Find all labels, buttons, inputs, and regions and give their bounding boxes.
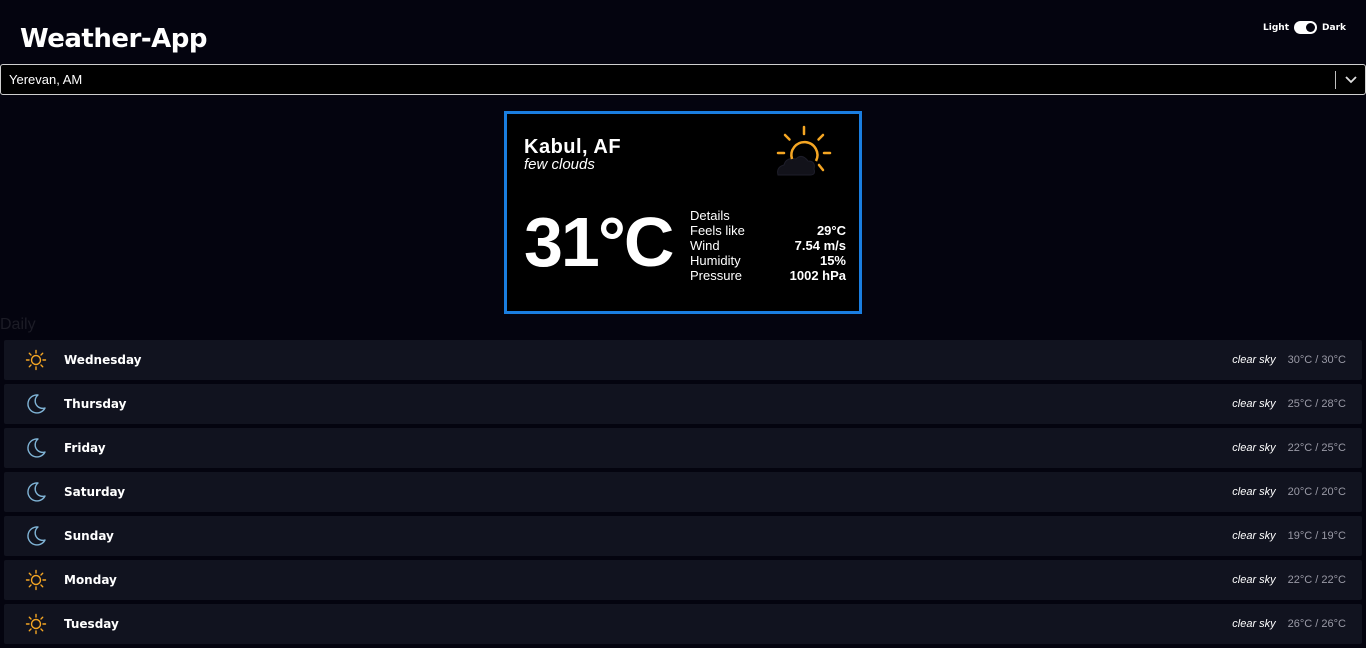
forecast-description: clear sky bbox=[1232, 442, 1276, 454]
moon-icon bbox=[25, 437, 47, 459]
details-panel: Details Feels like 29°C Wind 7.54 m/s Hu… bbox=[690, 208, 846, 283]
moon-icon bbox=[25, 393, 47, 415]
forecast-day: Tuesday bbox=[64, 617, 119, 631]
forecast-row-tuesday[interactable]: Tuesday clear sky 26°C / 26°C bbox=[4, 604, 1362, 644]
daily-heading: Daily bbox=[0, 316, 36, 333]
forecast-description: clear sky bbox=[1232, 486, 1276, 498]
detail-row-wind: Wind 7.54 m/s bbox=[690, 238, 846, 253]
forecast-description: clear sky bbox=[1232, 398, 1276, 410]
sun-icon bbox=[25, 613, 47, 635]
forecast-temperature: 22°C / 22°C bbox=[1287, 574, 1346, 586]
forecast-description: clear sky bbox=[1232, 530, 1276, 542]
forecast-temperature: 22°C / 25°C bbox=[1287, 442, 1346, 454]
moon-icon bbox=[25, 481, 47, 503]
sun-icon bbox=[25, 569, 47, 591]
forecast-description: clear sky bbox=[1232, 618, 1276, 630]
detail-label: Wind bbox=[690, 238, 720, 253]
detail-value: 1002 hPa bbox=[789, 268, 846, 283]
forecast-row-sunday[interactable]: Sunday clear sky 19°C / 19°C bbox=[4, 516, 1362, 556]
forecast-day: Monday bbox=[64, 573, 117, 587]
app-title: Weather-App bbox=[20, 24, 207, 54]
detail-label: Pressure bbox=[690, 268, 743, 283]
detail-row-pressure: Pressure 1002 hPa bbox=[690, 268, 846, 283]
moon-icon bbox=[25, 525, 47, 547]
theme-light-label: Light bbox=[1263, 22, 1290, 33]
sun-icon bbox=[25, 349, 47, 371]
forecast-row-saturday[interactable]: Saturday clear sky 20°C / 20°C bbox=[4, 472, 1362, 512]
forecast-day: Thursday bbox=[64, 397, 127, 411]
theme-switch-knob bbox=[1306, 23, 1316, 32]
detail-label: Humidity bbox=[690, 253, 741, 268]
current-description: few clouds bbox=[524, 156, 595, 173]
detail-value: 29°C bbox=[816, 223, 846, 238]
forecast-description: clear sky bbox=[1232, 354, 1276, 366]
detail-label: Feels like bbox=[690, 223, 745, 238]
forecast-temperature: 25°C / 28°C bbox=[1287, 398, 1346, 410]
theme-dark-label: Dark bbox=[1322, 22, 1346, 33]
sun-behind-cloud-icon bbox=[770, 123, 836, 194]
forecast-day: Wednesday bbox=[64, 353, 142, 367]
current-temperature: 31°C bbox=[524, 203, 674, 281]
detail-value: 7.54 m/s bbox=[794, 238, 846, 253]
forecast-temperature: 19°C / 19°C bbox=[1287, 530, 1346, 542]
forecast-list: Wednesday clear sky 30°C / 30°C Thursday… bbox=[4, 340, 1362, 648]
forecast-row-monday[interactable]: Monday clear sky 22°C / 22°C bbox=[4, 560, 1362, 600]
forecast-description: clear sky bbox=[1232, 574, 1276, 586]
city-select[interactable]: Yerevan, AM bbox=[0, 64, 1366, 95]
forecast-temperature: 30°C / 30°C bbox=[1287, 354, 1346, 366]
detail-value: 15% bbox=[819, 253, 846, 268]
theme-switch[interactable] bbox=[1294, 21, 1318, 34]
forecast-day: Saturday bbox=[64, 485, 126, 499]
forecast-day: Friday bbox=[64, 441, 106, 455]
detail-row-humidity: Humidity 15% bbox=[690, 253, 846, 268]
forecast-row-thursday[interactable]: Thursday clear sky 25°C / 28°C bbox=[4, 384, 1362, 424]
theme-toggle: Light Dark bbox=[1263, 21, 1346, 34]
current-weather-card: Kabul, AF few clouds 31°C Details Feels … bbox=[504, 111, 862, 314]
forecast-temperature: 26°C / 26°C bbox=[1287, 618, 1346, 630]
forecast-temperature: 20°C / 20°C bbox=[1287, 486, 1346, 498]
forecast-day: Sunday bbox=[64, 529, 114, 543]
forecast-row-wednesday[interactable]: Wednesday clear sky 30°C / 30°C bbox=[4, 340, 1362, 380]
city-select-value[interactable]: Yerevan, AM bbox=[1, 72, 1335, 87]
forecast-row-friday[interactable]: Friday clear sky 22°C / 25°C bbox=[4, 428, 1362, 468]
chevron-down-icon[interactable] bbox=[1336, 65, 1365, 94]
detail-row-feels-like: Feels like 29°C bbox=[690, 223, 846, 238]
details-heading: Details bbox=[690, 208, 730, 223]
